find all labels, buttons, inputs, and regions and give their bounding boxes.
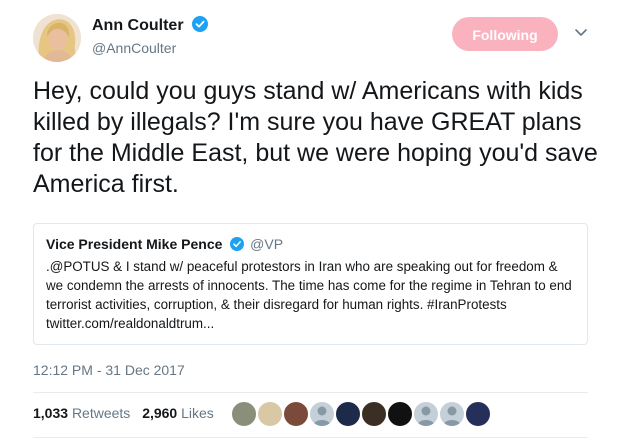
- following-button[interactable]: Following: [452, 17, 558, 51]
- quoted-verified-badge-icon: [230, 237, 245, 251]
- likes-stat[interactable]: 2,960 Likes: [142, 405, 214, 421]
- liker-avatar[interactable]: [283, 401, 309, 427]
- liker-avatar[interactable]: [465, 401, 491, 427]
- likes-label: Likes: [181, 405, 214, 421]
- liker-avatar[interactable]: [257, 401, 283, 427]
- divider: [33, 392, 588, 393]
- tweet-timestamp[interactable]: 12:12 PM - 31 Dec 2017: [33, 362, 185, 378]
- author-avatar[interactable]: [33, 14, 81, 62]
- tweet-stats: 1,033 Retweets 2,960 Likes: [33, 405, 222, 421]
- chevron-down-icon[interactable]: [574, 28, 588, 38]
- author-avatar-image: [33, 14, 81, 62]
- divider: [33, 437, 588, 438]
- quoted-tweet-header: Vice President Mike Pence @VP: [46, 236, 575, 252]
- liker-avatar[interactable]: [361, 401, 387, 427]
- author-display-name[interactable]: Ann Coulter: [92, 17, 184, 35]
- liker-avatar[interactable]: [335, 401, 361, 427]
- liker-avatar[interactable]: [309, 401, 335, 427]
- verified-badge-icon: [192, 16, 208, 32]
- liker-avatar[interactable]: [387, 401, 413, 427]
- author-name-row: Ann Coulter: [92, 16, 208, 35]
- quoted-author-display-name: Vice President Mike Pence: [46, 236, 223, 252]
- quoted-tweet-text: .@POTUS & I stand w/ peaceful protestors…: [46, 259, 572, 331]
- liker-avatar[interactable]: [231, 401, 257, 427]
- quoted-tweet[interactable]: Vice President Mike Pence @VP .@POTUS & …: [33, 223, 588, 345]
- retweets-count: 1,033: [33, 405, 69, 421]
- quoted-author-handle: @VP: [250, 236, 284, 252]
- tweet-header: Ann Coulter @AnnCoulter Following: [0, 0, 630, 70]
- liker-avatar[interactable]: [439, 401, 465, 427]
- retweets-stat[interactable]: 1,033 Retweets: [33, 405, 130, 421]
- likes-count: 2,960: [142, 405, 178, 421]
- liker-avatar[interactable]: [413, 401, 439, 427]
- author-handle[interactable]: @AnnCoulter: [92, 40, 176, 56]
- tweet-text: Hey, could you guys stand w/ Americans w…: [33, 77, 598, 198]
- retweets-label: Retweets: [71, 405, 131, 421]
